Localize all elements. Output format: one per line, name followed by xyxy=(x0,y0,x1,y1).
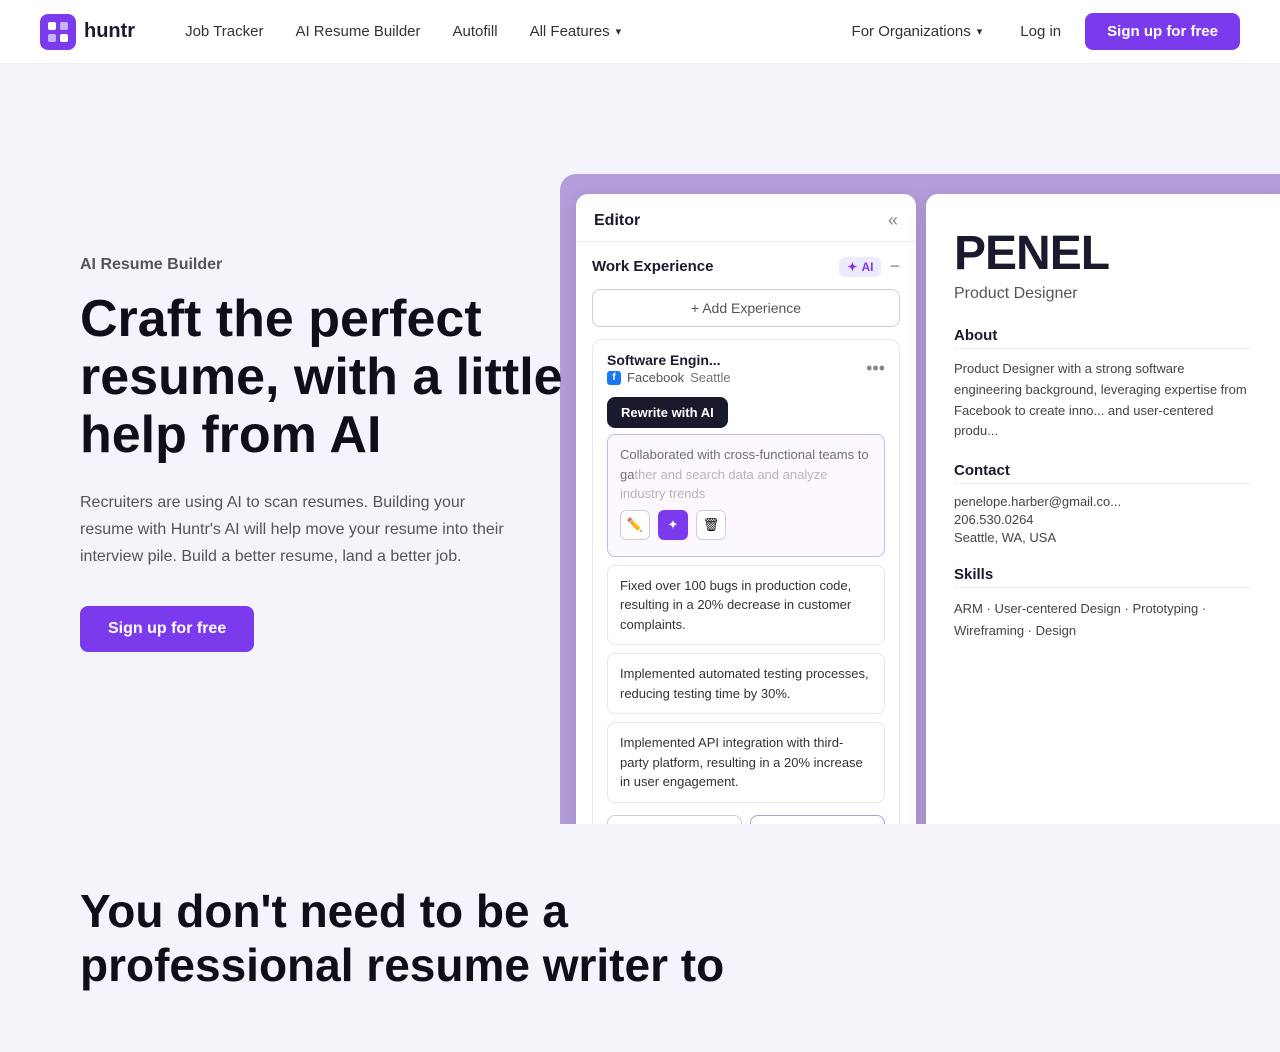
signup-button[interactable]: Sign up for free xyxy=(1085,13,1240,50)
bullet-text: Implemented API integration with third-p… xyxy=(620,735,863,789)
card-bottom: + Achievement ✦ AI Suggestions xyxy=(607,815,885,825)
add-experience-button[interactable]: + Add Experience xyxy=(592,289,900,327)
nav-right: For Organizations ▾ Log in Sign up for f… xyxy=(838,13,1240,50)
resume-about-title: About xyxy=(954,327,1252,349)
add-achievement-button[interactable]: + Achievement xyxy=(607,815,742,825)
resume-location: Seattle, WA, USA xyxy=(954,530,1252,545)
nav-for-organizations[interactable]: For Organizations ▾ xyxy=(838,15,997,48)
bullet-text: Implemented automated testing processes,… xyxy=(620,666,869,701)
job-company-row: f Facebook Seattle xyxy=(607,370,731,385)
resume-name: PENEL xyxy=(954,226,1252,281)
job-title-row: Software Engin... f Facebook Seattle xyxy=(607,352,731,385)
job-company: Facebook xyxy=(627,370,684,385)
hero-cta-button[interactable]: Sign up for free xyxy=(80,606,254,652)
edit-delete-button[interactable]: 🗑 xyxy=(696,510,726,540)
resume-contact-title: Contact xyxy=(954,462,1252,484)
nav-all-features[interactable]: All Features ▾ xyxy=(516,15,636,48)
resume-preview-panel: PENEL Product Designer About Product Des… xyxy=(926,194,1280,824)
resume-phone: 206.530.0264 xyxy=(954,512,1252,527)
nav-ai-resume-builder[interactable]: AI Resume Builder xyxy=(281,15,434,48)
sparkle-icon: ✦ xyxy=(847,260,857,274)
nav-login[interactable]: Log in xyxy=(1004,15,1077,48)
bullet-item: Implemented automated testing processes,… xyxy=(607,653,885,714)
editor-panel: Editor « Work Experience ✦ AI − xyxy=(576,194,916,824)
rewrite-popup: Rewrite with AI xyxy=(607,397,728,428)
nav-autofill[interactable]: Autofill xyxy=(439,15,512,48)
we-header: Work Experience ✦ AI − xyxy=(592,242,900,289)
logo-link[interactable]: huntr xyxy=(40,14,135,50)
ai-suggestions-button[interactable]: ✦ AI Suggestions xyxy=(750,815,885,825)
hero-left: AI Resume Builder Craft the perfect resu… xyxy=(80,256,600,652)
hero-heading: Craft the perfect resume, with a little … xyxy=(80,290,600,465)
bullet-item: Fixed over 100 bugs in production code, … xyxy=(607,565,885,646)
edit-ai-button[interactable]: ✦ xyxy=(658,510,688,540)
hero-section: AI Resume Builder Craft the perfect resu… xyxy=(0,64,1280,824)
nav-links: Job Tracker AI Resume Builder Autofill A… xyxy=(171,15,837,48)
job-title: Software Engin... xyxy=(607,352,731,368)
resume-email: penelope.harber@gmail.co... xyxy=(954,494,1252,509)
navbar: huntr Job Tracker AI Resume Builder Auto… xyxy=(0,0,1280,64)
editor-title: Editor xyxy=(594,212,640,230)
huntr-logo-icon xyxy=(40,14,76,50)
resume-job-title: Product Designer xyxy=(954,285,1252,303)
ai-badge[interactable]: ✦ AI xyxy=(839,257,881,277)
hero-subtext: Recruiters are using AI to scan resumes.… xyxy=(80,489,520,571)
edit-toolbar: ✏️ ✦ 🗑 xyxy=(620,510,872,540)
editor-header: Editor « xyxy=(576,194,916,242)
job-location: Seattle xyxy=(690,370,730,385)
bullet-text: Collaborated with cross-functional teams… xyxy=(620,447,869,501)
bottom-heading: You don't need to be a professional resu… xyxy=(80,884,780,992)
hero-right: Editor « Work Experience ✦ AI − xyxy=(560,174,1280,824)
chevron-down-icon: ▾ xyxy=(977,25,983,38)
bullet-item: Collaborated with cross-functional teams… xyxy=(607,434,885,557)
resume-skills-title: Skills xyxy=(954,566,1252,588)
chevron-down-icon: ▾ xyxy=(616,25,622,38)
logo-text: huntr xyxy=(84,20,135,43)
we-collapse-icon[interactable]: − xyxy=(889,256,900,277)
collapse-icon[interactable]: « xyxy=(888,210,898,231)
job-menu-icon[interactable]: ••• xyxy=(866,358,885,379)
facebook-icon: f xyxy=(607,371,621,385)
job-card-header: Software Engin... f Facebook Seattle ••• xyxy=(607,352,885,385)
bullet-item: Implemented API integration with third-p… xyxy=(607,722,885,803)
resume-skills-text: ARM · User-centered Design · Prototyping… xyxy=(954,598,1252,642)
bullet-text: Fixed over 100 bugs in production code, … xyxy=(620,578,851,632)
resume-about-text: Product Designer with a strong software … xyxy=(954,359,1252,442)
we-title: Work Experience xyxy=(592,258,713,275)
nav-job-tracker[interactable]: Job Tracker xyxy=(171,15,277,48)
screenshot-wrapper: Editor « Work Experience ✦ AI − xyxy=(560,174,1280,824)
job-card: Software Engin... f Facebook Seattle ••• xyxy=(592,339,900,824)
edit-pen-button[interactable]: ✏️ xyxy=(620,510,650,540)
bottom-section: You don't need to be a professional resu… xyxy=(0,824,1280,1052)
we-actions: ✦ AI − xyxy=(839,256,900,277)
hero-tag: AI Resume Builder xyxy=(80,256,600,274)
work-experience-section: Work Experience ✦ AI − + Add Experience xyxy=(576,242,916,824)
